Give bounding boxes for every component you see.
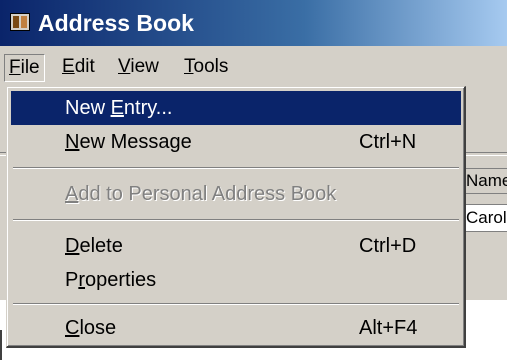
menu-file[interactable]: File [4,54,45,82]
menu-item-close[interactable]: Close Alt+F4 [11,311,461,345]
shortcut-ctrl-d: Ctrl+D [359,235,417,257]
menu-item-add-to-personal-address-book: Add to Personal Address Book [65,183,337,205]
menu-view[interactable]: View [114,54,163,80]
address-book-icon [10,13,30,31]
shortcut-alt-f4: Alt+F4 [359,317,418,339]
menu-item-new-entry[interactable]: New Entry... [11,91,461,125]
file-menu-dropdown: New Entry... New Message Ctrl+N Add to P… [6,86,466,348]
menu-edit[interactable]: Edit [58,54,99,80]
title-bar[interactable]: Address Book [0,0,507,46]
menu-separator [13,303,459,305]
shortcut-ctrl-n: Ctrl+N [359,131,417,153]
address-book-window: Address Book File Edit View Tools Name C… [0,0,507,360]
menu-bar: File Edit View Tools [0,46,507,86]
menu-item-new-message[interactable]: New Message Ctrl+N [11,125,461,159]
window-title: Address Book [38,10,194,36]
menu-item-delete[interactable]: Delete Ctrl+D [11,229,461,263]
menu-separator [13,167,459,169]
menu-separator [13,219,459,221]
menu-item-properties[interactable]: Properties [11,263,461,297]
column-header-name[interactable]: Name [465,168,507,194]
list-item[interactable]: Carol [465,204,507,232]
menu-tools[interactable]: Tools [180,54,232,80]
